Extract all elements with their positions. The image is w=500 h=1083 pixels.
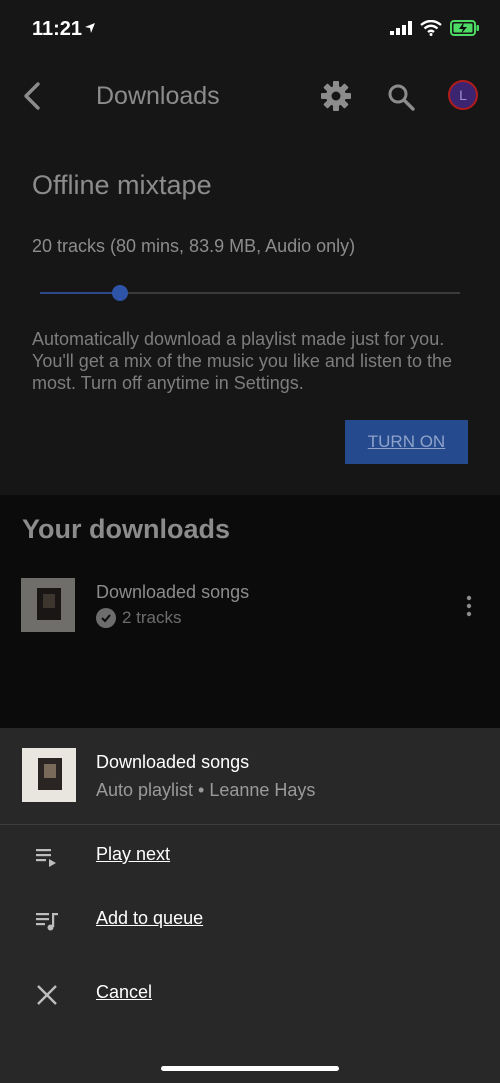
sheet-title: Downloaded songs: [96, 752, 250, 772]
menu-label[interactable]: Add to queue: [96, 908, 203, 929]
menu-label[interactable]: Play next: [96, 844, 170, 865]
slider-fill: [40, 292, 120, 294]
avatar[interactable]: L: [448, 80, 478, 110]
status-bar: 11:21: [0, 0, 500, 60]
location-arrow-icon: [85, 23, 95, 33]
status-icons: [390, 20, 480, 36]
play-next-icon: [36, 849, 56, 867]
list-item-title: Downloaded songs: [96, 582, 250, 602]
search-icon[interactable]: [386, 82, 416, 112]
back-icon[interactable]: [18, 78, 50, 114]
album-art: [21, 578, 75, 632]
status-time: 11:21: [32, 18, 83, 40]
list-item[interactable]: Downloaded songs 2 tracks: [0, 572, 500, 642]
menu-item-add-to-queue[interactable]: Add to queue: [0, 892, 500, 948]
album-art: [22, 748, 76, 802]
mixtape-description: Automatically download a playlist made j…: [32, 329, 453, 393]
signal-icon: [390, 21, 412, 35]
sheet-subtitle: Auto playlist • Leanne Hays: [96, 780, 316, 800]
home-indicator[interactable]: [161, 1066, 339, 1071]
add-to-queue-icon: [36, 913, 58, 931]
list-item-subtitle: 2 tracks: [96, 608, 182, 628]
more-vert-icon[interactable]: [462, 594, 476, 618]
bottom-sheet: Downloaded songs Auto playlist • Leanne …: [0, 728, 500, 1083]
turn-on-button[interactable]: TURN ON: [345, 420, 468, 464]
app-header: Downloads L: [0, 60, 500, 132]
wifi-icon: [420, 20, 442, 36]
mixtape-title: Offline mixtape: [32, 170, 212, 200]
divider: [0, 824, 500, 825]
offline-mixtape-card: Offline mixtape 20 tracks (80 mins, 83.9…: [0, 132, 500, 495]
battery-charging-icon: [450, 20, 479, 36]
downloads-heading: Your downloads: [22, 514, 230, 544]
page-title: Downloads: [96, 82, 220, 110]
menu-item-cancel[interactable]: Cancel: [0, 966, 500, 1022]
close-icon: [37, 985, 57, 1005]
track-count: 2 tracks: [122, 608, 182, 627]
track-count-slider[interactable]: [40, 285, 460, 301]
menu-label[interactable]: Cancel: [96, 982, 152, 1003]
menu-item-play-next[interactable]: Play next: [0, 828, 500, 884]
mixtape-tracks-info: 20 tracks (80 mins, 83.9 MB, Audio only): [32, 236, 356, 256]
gear-icon[interactable]: [320, 80, 352, 112]
slider-thumb[interactable]: [111, 285, 128, 301]
downloaded-check-icon: [96, 608, 116, 628]
